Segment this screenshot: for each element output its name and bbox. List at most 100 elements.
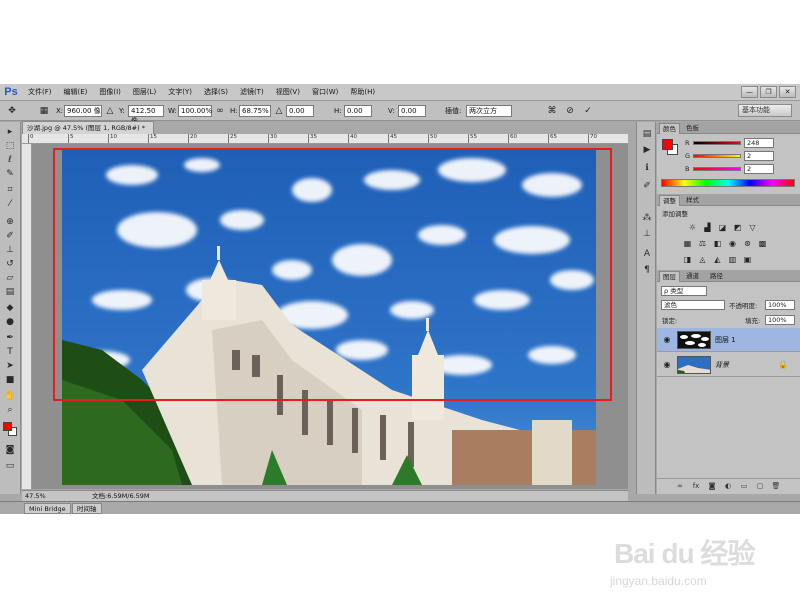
- canvas-area[interactable]: [32, 144, 628, 489]
- lasso-icon[interactable]: ℓ: [3, 154, 17, 167]
- layer-filter-select[interactable]: ρ 类型: [661, 286, 707, 296]
- zoom-icon[interactable]: ⌕: [3, 404, 17, 417]
- h-field[interactable]: 68.75%: [239, 105, 271, 117]
- y-field[interactable]: 412.50 像: [128, 105, 164, 125]
- new-layer-icon[interactable]: ▢: [755, 481, 765, 491]
- bw-icon[interactable]: ◧: [712, 238, 723, 249]
- opacity-field[interactable]: 100%: [765, 300, 795, 310]
- color-ramp[interactable]: [661, 179, 795, 187]
- menu-help[interactable]: 帮助(H): [344, 84, 381, 101]
- paragraph-panel-icon[interactable]: ¶: [640, 264, 654, 277]
- transform-bounding-box[interactable]: [53, 148, 612, 401]
- screen-mode-icon[interactable]: ▭: [3, 460, 17, 473]
- tool-preset-icon[interactable]: ✥: [6, 105, 18, 117]
- quick-mask-icon[interactable]: ◙: [3, 444, 17, 457]
- menu-file[interactable]: 文件(F): [22, 84, 58, 101]
- g-field[interactable]: 2: [744, 151, 774, 161]
- tab-color[interactable]: 颜色: [659, 123, 680, 134]
- menu-view[interactable]: 视图(V): [270, 84, 306, 101]
- b-slider[interactable]: [693, 167, 741, 171]
- tab-channels[interactable]: 通道: [683, 271, 702, 282]
- tab-layers[interactable]: 图层: [659, 271, 680, 282]
- zoom-level[interactable]: 47.5%: [25, 491, 46, 501]
- adjustment-layer-icon[interactable]: ◐: [723, 481, 733, 491]
- x-field[interactable]: 960.00 像: [64, 105, 102, 117]
- mask-icon[interactable]: ◙: [707, 481, 717, 491]
- trash-icon[interactable]: 🗑: [771, 481, 781, 491]
- menu-edit[interactable]: 编辑(E): [58, 84, 94, 101]
- minimize-button[interactable]: —: [741, 86, 758, 98]
- workspace-switcher[interactable]: 基本功能: [738, 104, 792, 117]
- menu-select[interactable]: 选择(S): [198, 84, 234, 101]
- gradient-icon[interactable]: ▤: [3, 286, 17, 299]
- balance-icon[interactable]: ⚖: [697, 238, 708, 249]
- selective-color-icon[interactable]: ▣: [742, 254, 753, 265]
- document-tab[interactable]: 沙湖.jpg @ 47.5% (图层 1, RGB/8#) *: [22, 121, 154, 134]
- blend-mode-select[interactable]: 滤色: [661, 300, 725, 310]
- threshold-icon[interactable]: ◭: [712, 254, 723, 265]
- close-button[interactable]: ✕: [779, 86, 796, 98]
- lookup-icon[interactable]: ▩: [757, 238, 768, 249]
- color-foreground[interactable]: [662, 139, 673, 150]
- blur-icon[interactable]: ◆: [3, 302, 17, 315]
- levels-icon[interactable]: ▟: [702, 222, 713, 233]
- pen-icon[interactable]: ✒: [3, 332, 17, 345]
- photo-filter-icon[interactable]: ◉: [727, 238, 738, 249]
- group-icon[interactable]: ▭: [739, 481, 749, 491]
- brush-preset-icon[interactable]: ✐: [640, 180, 654, 193]
- hue-icon[interactable]: ▦: [682, 238, 693, 249]
- info-panel-icon[interactable]: ℹ: [640, 162, 654, 175]
- menu-layer[interactable]: 图层(L): [127, 84, 162, 101]
- b-field[interactable]: 2: [744, 164, 774, 174]
- tab-timeline[interactable]: 时间轴: [72, 503, 102, 514]
- brush-panel-icon[interactable]: ⁂: [640, 212, 654, 225]
- posterize-icon[interactable]: ◬: [697, 254, 708, 265]
- interp-select[interactable]: 两次立方: [466, 105, 512, 117]
- eraser-icon[interactable]: ▱: [3, 272, 17, 285]
- link-layers-icon[interactable]: ∞: [675, 481, 685, 491]
- quick-select-icon[interactable]: ✎: [3, 168, 17, 181]
- menu-window[interactable]: 窗口(W): [306, 84, 344, 101]
- menu-filter[interactable]: 滤镜(T): [234, 84, 270, 101]
- healing-icon[interactable]: ⊕: [3, 216, 17, 229]
- eye-icon[interactable]: ◉: [662, 335, 672, 345]
- brightness-icon[interactable]: ☼: [687, 222, 698, 233]
- vskew-field[interactable]: 0.00: [398, 105, 426, 117]
- mixer-icon[interactable]: ⊛: [742, 238, 753, 249]
- brush-icon[interactable]: ✐: [3, 230, 17, 243]
- tab-adjustments[interactable]: 调整: [659, 195, 680, 206]
- crop-icon[interactable]: ⌗: [3, 184, 17, 197]
- delta-icon[interactable]: △: [104, 105, 116, 117]
- fx-icon[interactable]: fx: [691, 481, 701, 491]
- tab-mini-bridge[interactable]: Mini Bridge: [24, 503, 71, 514]
- gradient-map-icon[interactable]: ▥: [727, 254, 738, 265]
- hskew-field[interactable]: 0.00: [344, 105, 372, 117]
- layer-name[interactable]: 图层 1: [715, 336, 736, 344]
- character-panel-icon[interactable]: A: [640, 248, 654, 261]
- tab-swatches[interactable]: 色板: [683, 123, 702, 134]
- layer-name[interactable]: 背景: [715, 361, 729, 369]
- history-brush-icon[interactable]: ↺: [3, 258, 17, 271]
- commit-icon[interactable]: ✓: [582, 105, 594, 117]
- eye-icon[interactable]: ◉: [662, 360, 672, 370]
- menu-type[interactable]: 文字(Y): [162, 84, 198, 101]
- reference-point-icon[interactable]: ▦: [38, 105, 50, 117]
- cancel-icon[interactable]: ⊘: [564, 105, 576, 117]
- hand-icon[interactable]: ✋: [3, 390, 17, 403]
- layer-row[interactable]: ◉ 图层 1: [657, 328, 800, 352]
- shape-icon[interactable]: ■: [3, 374, 17, 387]
- type-icon[interactable]: T: [3, 346, 17, 359]
- menu-image[interactable]: 图像(I): [93, 84, 127, 101]
- marquee-icon[interactable]: ⬚: [3, 140, 17, 153]
- fill-field[interactable]: 100%: [765, 315, 795, 325]
- tab-styles[interactable]: 样式: [683, 195, 702, 206]
- w-field[interactable]: 100.00%: [178, 105, 212, 117]
- move-icon[interactable]: ▸: [3, 126, 17, 139]
- r-slider[interactable]: [693, 141, 741, 145]
- g-slider[interactable]: [693, 154, 741, 158]
- stamp-icon[interactable]: ⊥: [3, 244, 17, 257]
- clone-source-icon[interactable]: ⊥: [640, 228, 654, 241]
- link-icon[interactable]: ∞: [214, 105, 226, 117]
- vibrance-icon[interactable]: ▽: [747, 222, 758, 233]
- angle-field[interactable]: 0.00: [286, 105, 314, 117]
